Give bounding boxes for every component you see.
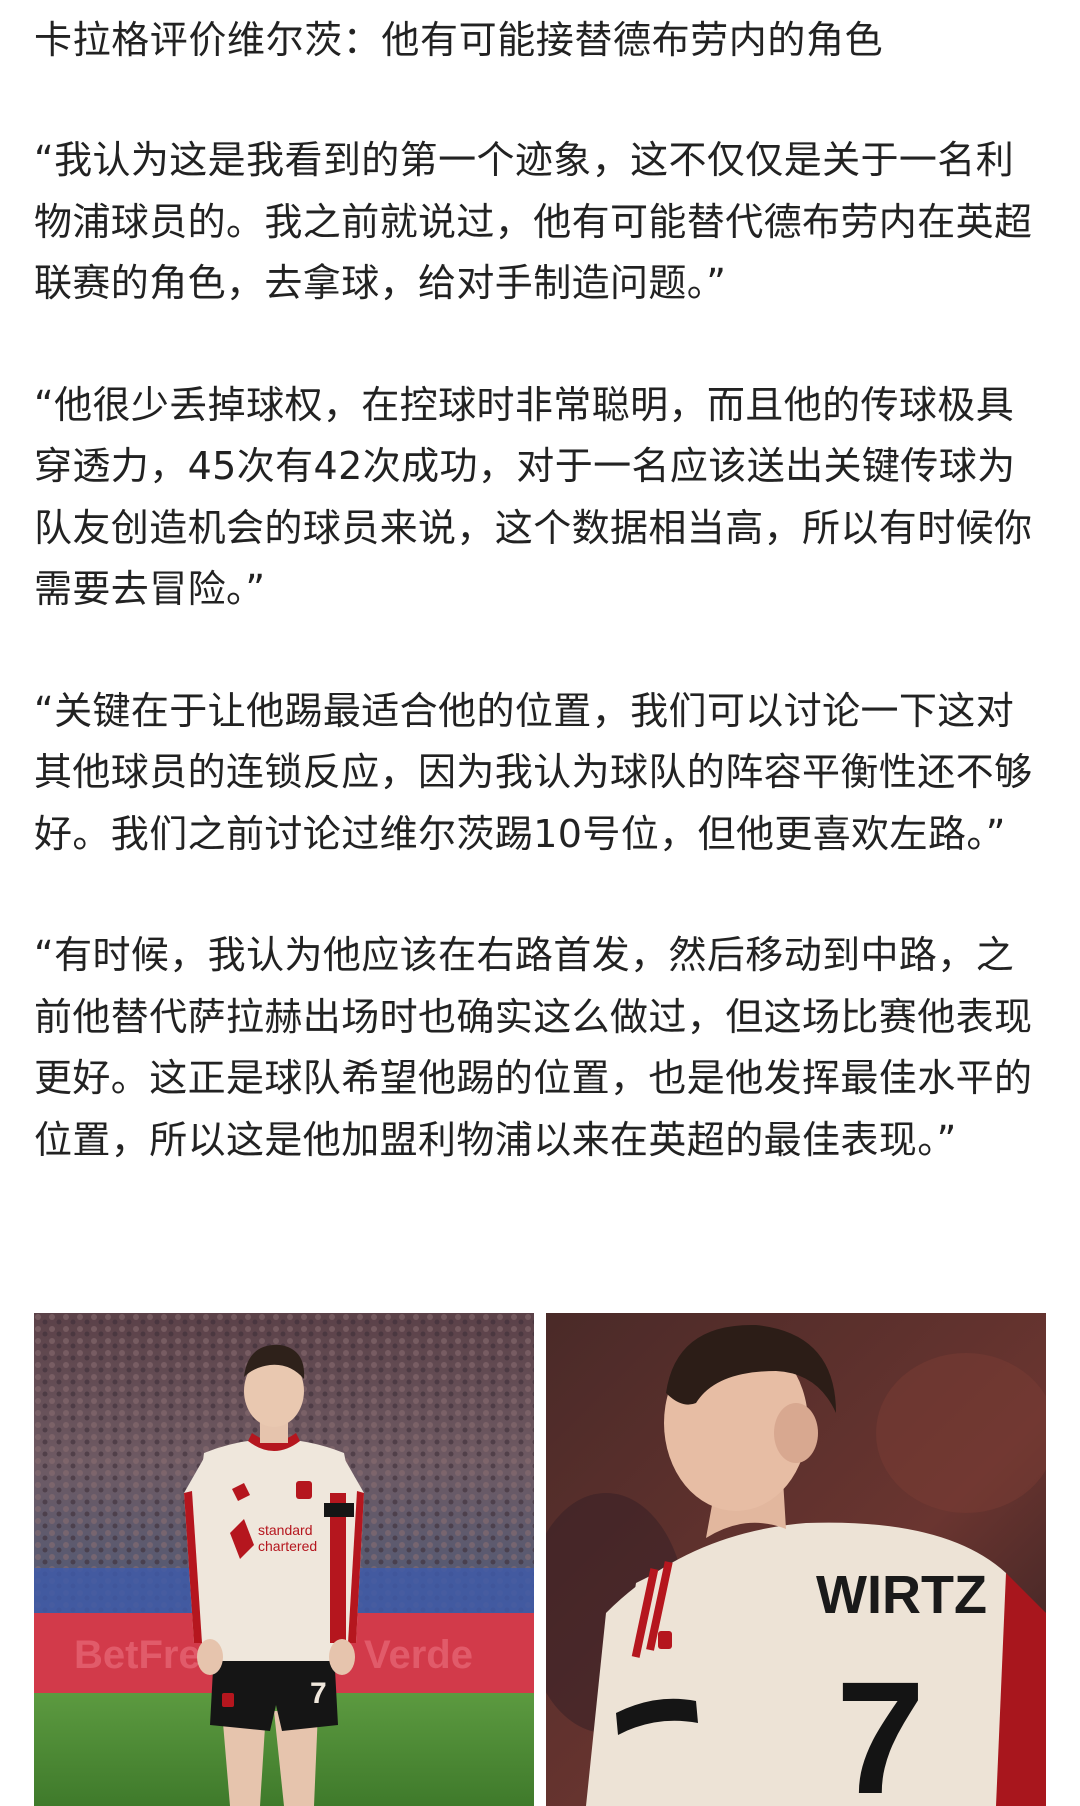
player-photo-closeup[interactable]: WIRTZ 7: [546, 1313, 1046, 1806]
shorts-number: 7: [310, 1677, 327, 1710]
photo-grid: BetFred Verde standard chartered 7 WIRTZ…: [34, 1313, 1046, 1806]
article-paragraph-3: “关键在于让他踢最适合他的位置，我们可以讨论一下这对其他球员的连锁反应，因为我认…: [34, 688, 1033, 856]
jersey-number: 7: [836, 1648, 925, 1806]
article: 卡拉格评价维尔茨：他有可能接替德布劳内的角色 “我认为这是我看到的第一个迹象，这…: [34, 10, 1046, 1171]
sponsor-text-line1: standard: [258, 1522, 312, 1538]
player-photo-full-body[interactable]: BetFred Verde standard chartered 7: [34, 1313, 534, 1806]
article-paragraph-2: “他很少丢掉球权，在控球时非常聪明，而且他的传球极具穿透力，45次有42次成功，…: [34, 382, 1033, 612]
article-paragraph-1: “我认为这是我看到的第一个迹象，这不仅仅是关于一名利物浦球员的。我之前就说过，他…: [34, 138, 1033, 305]
sponsor-text-line2: chartered: [258, 1538, 317, 1554]
article-paragraph-4: “有时候，我认为他应该在右路首发，然后移动到中路，之前他替代萨拉赫出场时也确实这…: [34, 933, 1033, 1162]
player-photo-closeup-image: WIRTZ 7: [546, 1313, 1046, 1806]
player-photo-full-body-image: BetFred Verde standard chartered 7: [34, 1313, 534, 1806]
jersey-name: WIRTZ: [816, 1565, 987, 1625]
article-title: 卡拉格评价维尔茨：他有可能接替德布劳内的角色: [34, 18, 884, 62]
svg-text:Verde: Verde: [364, 1633, 473, 1677]
